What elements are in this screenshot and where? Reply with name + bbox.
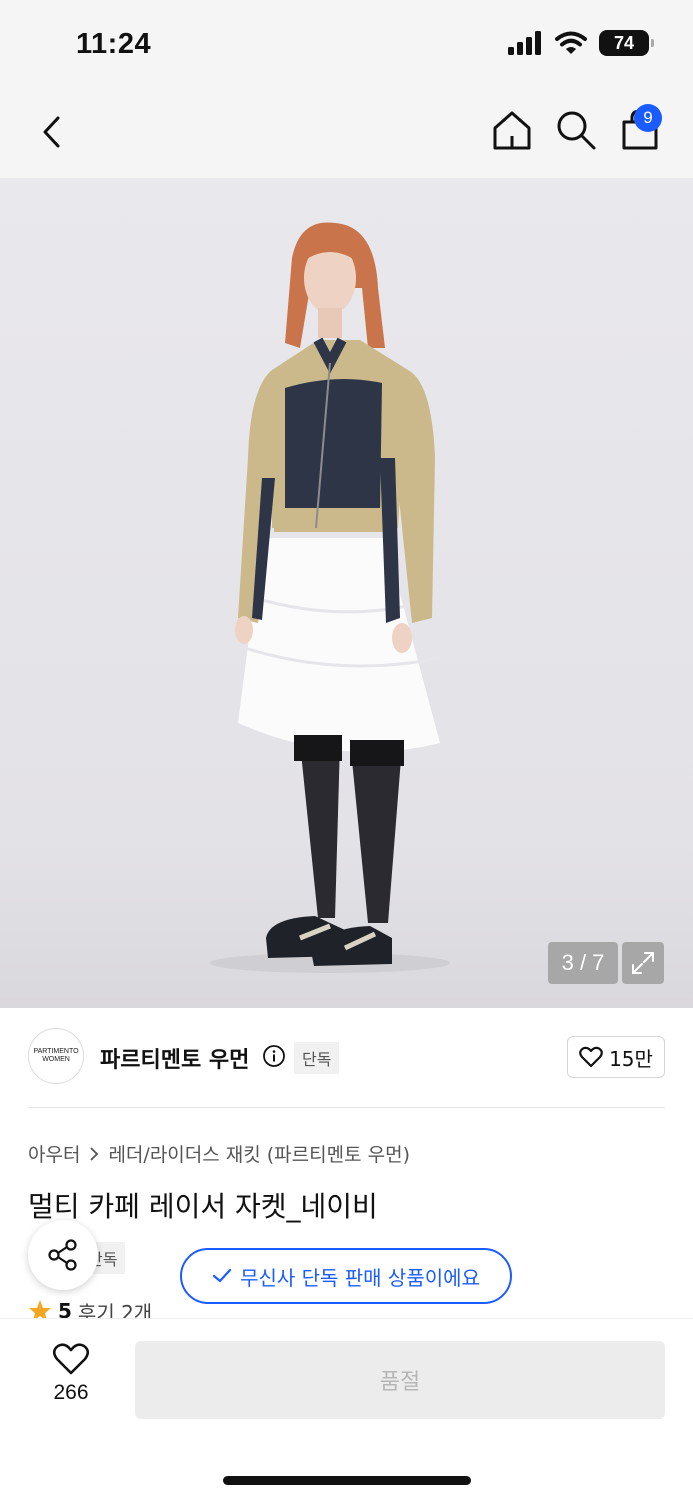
home-indicator: [223, 1476, 471, 1485]
wishlist-button[interactable]: 266: [36, 1343, 106, 1413]
status-bar: 11:24 74: [0, 0, 693, 90]
heart-icon: [579, 1046, 603, 1068]
model-photo: [210, 222, 450, 973]
status-icons: 74: [507, 30, 654, 56]
expand-icon: [632, 952, 654, 974]
battery-level: 74: [613, 32, 635, 53]
product-image[interactable]: [0, 178, 693, 1008]
brand-like-count: 15만: [609, 1046, 653, 1071]
exclusive-notice-text: 무신사 단독 판매 상품이에요: [240, 1265, 480, 1290]
back-button[interactable]: [30, 110, 74, 154]
battery-icon: 74: [599, 30, 654, 56]
breadcrumb-category[interactable]: 아우터: [28, 1140, 80, 1167]
heart-icon: [53, 1343, 89, 1375]
brand-name-link[interactable]: 파르티멘토 우먼: [100, 1042, 249, 1074]
cellular-signal-icon: [508, 31, 541, 55]
expand-image-button[interactable]: [622, 942, 664, 984]
brand-logo-line2: WOMEN: [42, 1056, 70, 1063]
wishlist-count: 266: [53, 1381, 89, 1404]
cart-button[interactable]: 9: [618, 104, 662, 152]
sold-out-button[interactable]: 품절: [135, 1341, 665, 1419]
info-icon[interactable]: [262, 1044, 286, 1068]
exclusive-notice-toast: 무신사 단독 판매 상품이에요: [180, 1248, 512, 1304]
chevron-left-icon: [43, 116, 60, 148]
product-title: 멀티 카페 레이서 자켓_네이비: [28, 1190, 378, 1223]
check-icon: [212, 1268, 232, 1283]
status-time: 11:24: [76, 28, 152, 60]
search-button[interactable]: [554, 108, 598, 152]
cart-count-badge: 9: [634, 104, 662, 132]
divider: [28, 1107, 665, 1108]
chevron-right-icon: [90, 1146, 99, 1161]
brand-row: PARTIMENTO WOMEN 파르티멘토 우먼 단독 15만: [28, 1028, 665, 1088]
bottom-action-bar: 266 품절: [0, 1318, 693, 1500]
search-icon: [557, 111, 596, 150]
nav-bar: 9: [0, 90, 693, 178]
exclusive-brand-badge: 단독: [294, 1042, 340, 1074]
wifi-icon: [555, 31, 587, 54]
image-counter: 3 / 7: [548, 942, 618, 984]
brand-logo[interactable]: PARTIMENTO WOMEN: [28, 1028, 84, 1084]
breadcrumb-subcategory[interactable]: 레더/라이더스 재킷 (파르티멘토 우먼): [108, 1140, 410, 1167]
breadcrumb: 아우터 레더/라이더스 재킷 (파르티멘토 우먼): [28, 1140, 410, 1167]
share-icon: [48, 1239, 77, 1271]
brand-like-button[interactable]: 15만: [567, 1036, 665, 1078]
share-button[interactable]: [28, 1220, 98, 1290]
brand-logo-line1: PARTIMENTO: [33, 1048, 79, 1055]
home-icon: [493, 111, 531, 150]
home-button[interactable]: [490, 108, 534, 152]
